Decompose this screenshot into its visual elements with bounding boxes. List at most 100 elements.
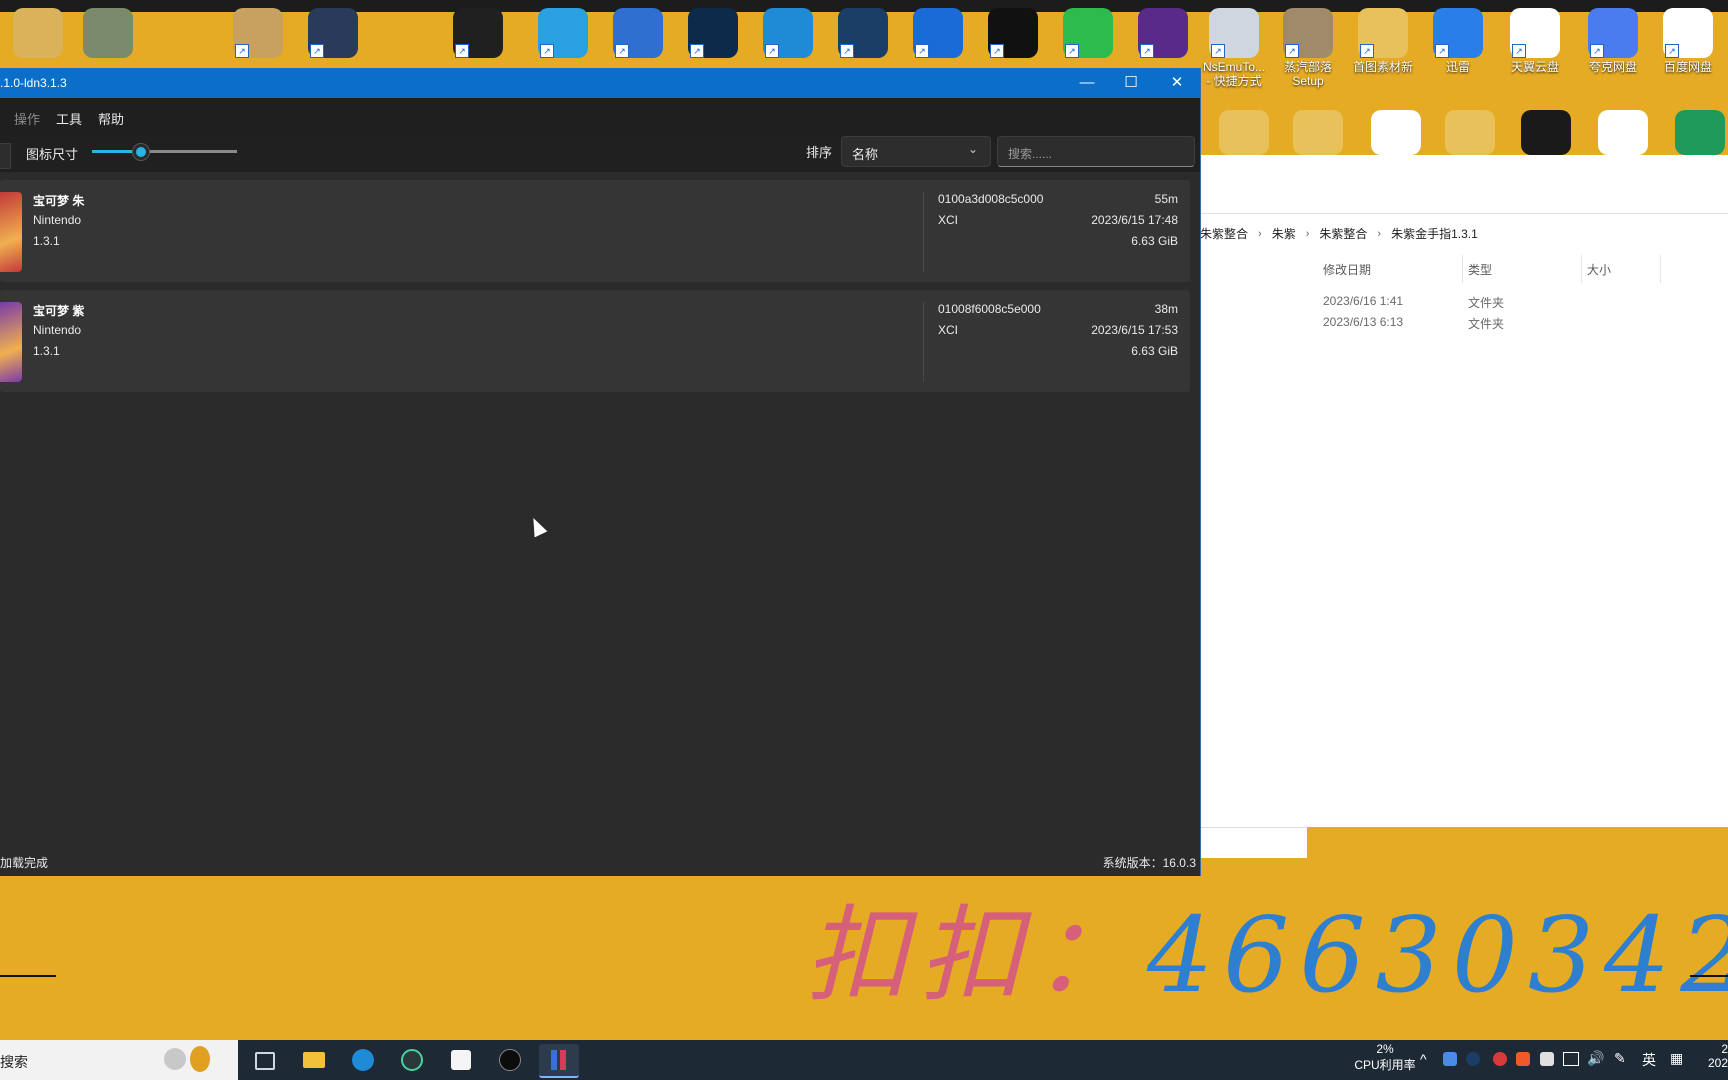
- desktop-shortcut[interactable]: ↗ NsEmuTo... - 快捷方式: [1196, 8, 1272, 88]
- desktop-shortcut[interactable]: ↗: [1050, 8, 1126, 58]
- taskbar-edge[interactable]: [343, 1044, 383, 1076]
- network-icon[interactable]: [1563, 1052, 1579, 1066]
- taskbar-app[interactable]: [392, 1044, 432, 1076]
- game-card[interactable]: 宝可梦 紫 Nintendo 1.3.1 01008f6008c5e000 XC…: [0, 290, 1190, 392]
- taskbar-app[interactable]: [441, 1044, 481, 1076]
- desktop-shortcut[interactable]: [1206, 110, 1282, 155]
- shortcut-arrow-icon: ↗: [690, 44, 704, 58]
- cpu-usage-widget[interactable]: 2% CPU利用率: [1350, 1042, 1420, 1073]
- taskbar-ryujinx[interactable]: [539, 1044, 579, 1078]
- close-button[interactable]: ✕: [1154, 68, 1200, 98]
- search-placeholder: 搜索......: [1008, 147, 1053, 161]
- game-last-played: 2023/6/15 17:48: [1091, 213, 1178, 227]
- grid-icon[interactable]: ▦: [1670, 1050, 1683, 1067]
- icon-size-slider-thumb[interactable]: [131, 143, 150, 161]
- menu-help[interactable]: 帮助: [98, 109, 124, 128]
- app-icon: [499, 1049, 521, 1071]
- breadcrumb-item[interactable]: 朱紫: [1272, 225, 1296, 242]
- steam-tray-icon[interactable]: [1466, 1052, 1480, 1066]
- desktop-shortcut[interactable]: ↗ 迅雷: [1420, 8, 1496, 74]
- desktop-shortcut[interactable]: [1662, 110, 1728, 155]
- tray-app-icon[interactable]: [1540, 1052, 1554, 1066]
- clock[interactable]: 2 202: [1702, 1042, 1728, 1070]
- desktop-shortcut[interactable]: ↗: [1125, 8, 1201, 58]
- desktop-shortcut[interactable]: ↗: [600, 8, 676, 58]
- column-separator[interactable]: [1581, 255, 1582, 283]
- game-card[interactable]: 宝可梦 朱 Nintendo 1.3.1 0100a3d008c5c000 XC…: [0, 180, 1190, 282]
- column-header-size[interactable]: 大小: [1587, 261, 1611, 278]
- maximize-button[interactable]: ☐: [1108, 68, 1154, 98]
- chevron-down-icon: ⌄: [967, 142, 978, 156]
- watermark-prefix: 扣扣：: [805, 894, 1148, 1016]
- volume-icon[interactable]: 🔊: [1587, 1050, 1604, 1067]
- taskbar-file-explorer[interactable]: [294, 1044, 334, 1076]
- desktop-shortcut[interactable]: ↗: [220, 8, 296, 58]
- app-icon: ↗: [763, 8, 813, 58]
- desktop-shortcut[interactable]: ↗: [525, 8, 601, 58]
- game-publisher: Nintendo: [33, 323, 82, 337]
- shortcut-label: 天翼云盘: [1510, 60, 1559, 74]
- taskbar-app[interactable]: [490, 1044, 530, 1076]
- desktop-shortcut[interactable]: [1280, 110, 1356, 155]
- window-title: .1.0-ldn3.1.3: [0, 76, 67, 90]
- title-bar[interactable]: .1.0-ldn3.1.3 — ☐ ✕: [0, 68, 1200, 98]
- app-icon: ↗: [538, 8, 588, 58]
- desktop-shortcut[interactable]: [0, 8, 76, 58]
- menu-actions[interactable]: 操作: [14, 109, 40, 128]
- chevron-up-icon[interactable]: ^: [1420, 1051, 1427, 1067]
- desktop-shortcut[interactable]: ↗: [975, 8, 1051, 58]
- file-row-type[interactable]: 文件夹: [1468, 294, 1504, 311]
- game-cover-image: [0, 192, 22, 272]
- file-row-modified[interactable]: 2023/6/13 6:13: [1323, 315, 1403, 329]
- task-view-button[interactable]: [244, 1044, 284, 1076]
- desktop-shortcut[interactable]: [1358, 110, 1434, 155]
- ime-indicator[interactable]: 英: [1642, 1050, 1656, 1070]
- app-icon: [1219, 110, 1269, 155]
- breadcrumb-item[interactable]: 朱紫整合: [1319, 225, 1367, 242]
- shortcut-arrow-icon: ↗: [990, 44, 1004, 58]
- app-icon: [13, 8, 63, 58]
- desktop-shortcut[interactable]: ↗ 首图素材新: [1345, 8, 1421, 74]
- shortcut-arrow-icon: ↗: [1285, 44, 1299, 58]
- breadcrumb-item[interactable]: 朱紫金手指1.3.1: [1391, 225, 1478, 242]
- column-separator[interactable]: [1660, 255, 1661, 283]
- minimize-button[interactable]: —: [1064, 68, 1110, 98]
- column-header-type[interactable]: 类型: [1468, 261, 1492, 278]
- folder-icon: [303, 1052, 325, 1068]
- menu-tools[interactable]: 工具: [56, 109, 82, 128]
- search-input[interactable]: 搜索......: [997, 136, 1195, 167]
- desktop-shortcut[interactable]: ↗: [295, 8, 371, 58]
- desktop-shortcut[interactable]: ↗: [750, 8, 826, 58]
- desktop-shortcut[interactable]: ↗: [440, 8, 516, 58]
- desktop-shortcut[interactable]: ↗ 蒸汽部落 Setup: [1270, 8, 1346, 88]
- file-explorer-window: 朱紫整合 › 朱紫 › 朱紫整合 › 朱紫金手指1.3.1 修改日期 类型 大小…: [1200, 155, 1728, 827]
- view-toggle-button[interactable]: [0, 143, 11, 169]
- desktop-shortcut[interactable]: ↗: [675, 8, 751, 58]
- file-row-modified[interactable]: 2023/6/16 1:41: [1323, 294, 1403, 308]
- tray-app-icon[interactable]: [1516, 1052, 1530, 1066]
- column-header-modified[interactable]: 修改日期: [1323, 261, 1371, 278]
- shortcut-arrow-icon: ↗: [1211, 44, 1225, 58]
- desktop-shortcut[interactable]: ↗ 百度网盘: [1650, 8, 1726, 74]
- desktop-shortcut[interactable]: ↗ 夸克网盘: [1575, 8, 1651, 74]
- column-separator[interactable]: [1462, 255, 1463, 283]
- desktop-shortcut[interactable]: [70, 8, 146, 58]
- desktop-shortcut[interactable]: ↗: [825, 8, 901, 58]
- breadcrumb-item[interactable]: 朱紫整合: [1200, 225, 1248, 242]
- desktop-shortcut[interactable]: [1585, 110, 1661, 155]
- shortcut-arrow-icon: ↗: [1590, 44, 1604, 58]
- pen-icon[interactable]: ✎: [1614, 1050, 1626, 1067]
- clock-time: 2: [1721, 1042, 1728, 1056]
- app-icon: ↗: [913, 8, 963, 58]
- desktop-shortcut[interactable]: [1432, 110, 1508, 155]
- desktop-shortcut[interactable]: ↗: [900, 8, 976, 58]
- taskbar-search-box[interactable]: 搜索: [0, 1040, 238, 1080]
- sort-select[interactable]: 名称 ⌄: [841, 136, 991, 167]
- desktop-shortcut[interactable]: ↗ 天翼云盘: [1497, 8, 1573, 74]
- record-tray-icon[interactable]: [1493, 1052, 1507, 1066]
- tray-app-icon[interactable]: [1443, 1052, 1457, 1066]
- desktop-shortcut[interactable]: [1508, 110, 1584, 155]
- status-bar: 加载完成 系统版本：16.0.3: [0, 848, 1200, 876]
- corner-mark: [1690, 975, 1728, 977]
- file-row-type[interactable]: 文件夹: [1468, 315, 1504, 332]
